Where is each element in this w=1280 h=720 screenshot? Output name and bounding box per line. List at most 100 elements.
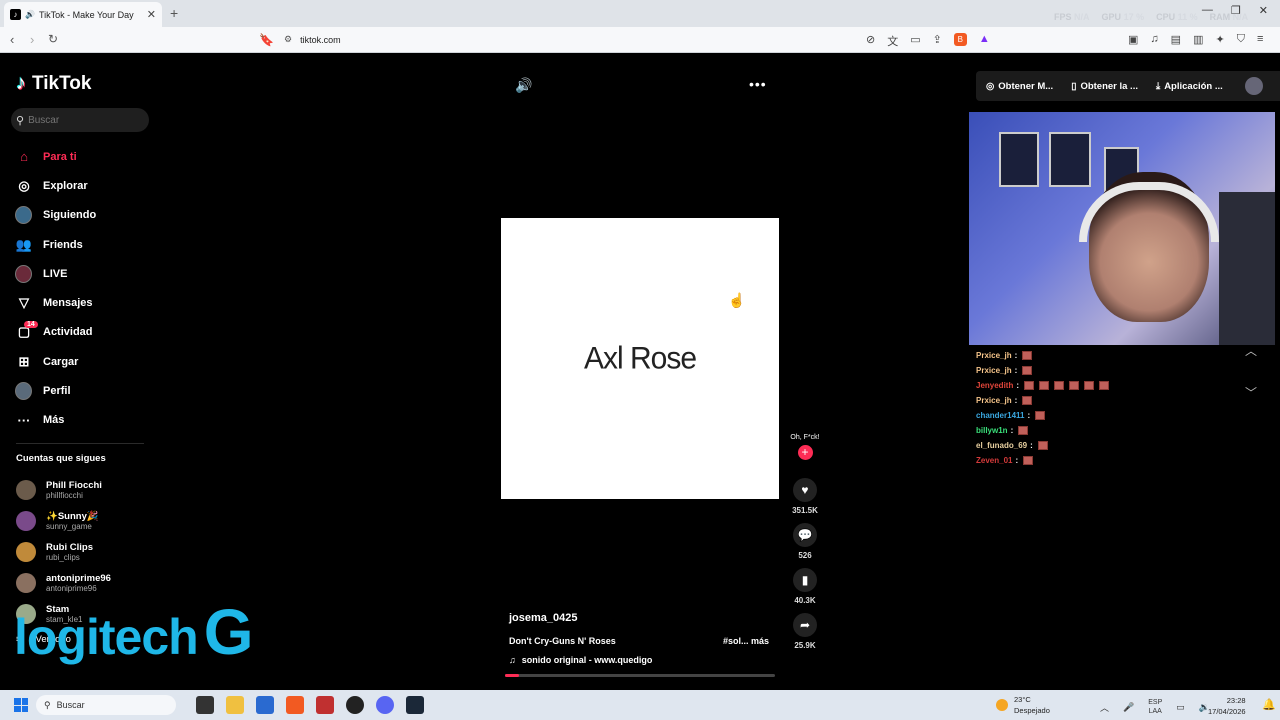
emote-icon bbox=[1024, 381, 1035, 390]
search-icon: ⚲ bbox=[44, 699, 51, 710]
menu-item-perfil[interactable]: Perfil bbox=[15, 376, 96, 405]
more-options-icon[interactable]: ••• bbox=[749, 76, 767, 92]
discord-icon[interactable] bbox=[376, 696, 394, 714]
share-arrow-icon[interactable]: ➦ bbox=[793, 613, 817, 637]
bookmark-save-icon[interactable]: ▮ bbox=[793, 568, 817, 592]
chat-username: Jenyedith bbox=[976, 381, 1014, 390]
more-link[interactable]: más bbox=[751, 636, 769, 646]
chat-separator: : bbox=[1010, 426, 1014, 435]
audio-playing-icon[interactable]: 🔊 bbox=[25, 10, 35, 19]
clock-time: 23:28 bbox=[1226, 696, 1246, 705]
notification-bell-icon[interactable]: 🔔 bbox=[1262, 698, 1276, 711]
store-icon[interactable] bbox=[256, 696, 274, 714]
chat-down-icon[interactable]: ﹀ bbox=[1245, 384, 1257, 401]
search-input[interactable] bbox=[28, 114, 139, 126]
get-app-button[interactable]: ▯ Obtener la ... bbox=[1071, 81, 1138, 92]
browser-tab[interactable]: ♪ 🔊 TikTok - Make Your Day ✕ bbox=[4, 2, 162, 27]
app-icon[interactable] bbox=[316, 696, 334, 714]
brave-shields-icon[interactable]: B bbox=[953, 33, 967, 46]
back-icon[interactable]: ‹ bbox=[10, 32, 14, 47]
video-sound[interactable]: ♫ sonido original - www.quedigo bbox=[509, 655, 652, 665]
maximize-icon[interactable]: ❐ bbox=[1231, 4, 1241, 17]
taskbar-search[interactable]: ⚲ Buscar bbox=[36, 695, 176, 715]
url-field[interactable]: ⚙ tiktok.com bbox=[284, 34, 341, 45]
tray-expand-icon[interactable]: ︿ bbox=[1100, 701, 1109, 714]
close-window-icon[interactable]: ✕ bbox=[1259, 4, 1268, 17]
save-count: 40.3K bbox=[794, 596, 816, 605]
chat-separator: : bbox=[1016, 381, 1020, 390]
brave-rewards-icon[interactable]: ▲ bbox=[979, 33, 990, 49]
chat-message: Zeven_01 : bbox=[976, 453, 1109, 468]
reader-mode-icon[interactable]: ⊘ bbox=[866, 33, 875, 49]
heart-icon[interactable]: ♥ bbox=[792, 478, 817, 502]
menu-item-actividad[interactable]: ▢ 14 Actividad bbox=[16, 318, 96, 347]
menu-item-mas[interactable]: ··· Más bbox=[16, 406, 96, 435]
menu-item-cargar[interactable]: ⊞ Cargar bbox=[16, 347, 96, 376]
obs-icon[interactable] bbox=[346, 696, 364, 714]
task-view-icon[interactable] bbox=[196, 696, 214, 714]
hand-cursor-icon: ☝ bbox=[728, 292, 746, 308]
menu-item-siguiendo[interactable]: Siguiendo bbox=[15, 201, 96, 230]
follow-item[interactable]: Rubi Clips rubi_clips bbox=[16, 537, 111, 568]
lang-top: ESP bbox=[1148, 699, 1163, 706]
video-progress-bar[interactable] bbox=[505, 674, 775, 677]
close-tab-icon[interactable]: ✕ bbox=[147, 8, 156, 21]
tiktok-logo[interactable]: ♪ TikTok bbox=[16, 72, 91, 95]
menu-item-para-ti[interactable]: ⌂ Para ti bbox=[16, 142, 96, 171]
new-tab-icon[interactable]: + bbox=[170, 5, 178, 21]
chat-username: el_funado_69 bbox=[976, 441, 1028, 450]
bookmark-icon[interactable]: 🔖 bbox=[259, 33, 274, 47]
follow-item[interactable]: ✨Sunny🎉 sunny_game bbox=[16, 506, 111, 537]
search-box[interactable]: ⚲ bbox=[11, 108, 149, 132]
address-bar-icons: ⊘ 文 ▭ ⇪ B ▲ bbox=[866, 33, 990, 49]
menu-item-explorar[interactable]: ◎ Explorar bbox=[16, 171, 96, 200]
wallet-icon[interactable]: ▥ bbox=[1193, 33, 1203, 46]
volume-icon[interactable]: 🔊 bbox=[515, 77, 532, 94]
microphone-icon[interactable]: 🎤 bbox=[1123, 702, 1134, 713]
menu-item-mensajes[interactable]: ▽ Mensajes bbox=[16, 288, 96, 317]
follow-item[interactable]: Phill Fiocchi phillfiocchi bbox=[16, 475, 111, 506]
user-avatar[interactable] bbox=[1244, 77, 1263, 95]
weather-widget[interactable]: 23°C Despejado bbox=[996, 694, 1050, 716]
logitech-g-icon: G bbox=[203, 596, 254, 668]
cast-icon[interactable]: ▭ bbox=[910, 33, 920, 49]
follow-plus-button[interactable]: + bbox=[797, 445, 813, 460]
share-action: ➦ 25.9K bbox=[793, 613, 817, 650]
leo-ai-icon[interactable]: ✦ bbox=[1215, 33, 1224, 46]
translate-icon[interactable]: 文 bbox=[887, 33, 898, 49]
video-player[interactable]: Axl Rose bbox=[501, 218, 779, 499]
system-clock[interactable]: 23:28 17/04/2026 bbox=[1208, 695, 1246, 717]
site-info-icon[interactable]: ⚙ bbox=[284, 34, 292, 45]
reload-icon[interactable]: ↻ bbox=[48, 32, 58, 46]
steam-icon[interactable] bbox=[406, 696, 424, 714]
chat-up-icon[interactable]: ︿ bbox=[1245, 342, 1257, 359]
video-author[interactable]: josema_0425 bbox=[509, 612, 578, 624]
media-icon[interactable]: ♫ bbox=[1150, 33, 1158, 46]
brave-browser-icon[interactable] bbox=[286, 696, 304, 714]
network-icon[interactable]: ▭ bbox=[1176, 702, 1185, 713]
menu-icon[interactable]: ≡ bbox=[1257, 33, 1263, 46]
windows-start-icon[interactable] bbox=[14, 698, 28, 712]
language-indicator[interactable]: ESP LAA bbox=[1148, 698, 1162, 716]
sidebar-toggle-icon[interactable]: ▣ bbox=[1128, 33, 1138, 46]
menu-item-live[interactable]: LIVE bbox=[15, 259, 96, 288]
vpn-icon[interactable]: ⛉ bbox=[1237, 33, 1245, 46]
reading-list-icon[interactable]: ▤ bbox=[1171, 33, 1181, 46]
music-note-icon: ♫ bbox=[509, 655, 516, 665]
menu-label: Cargar bbox=[43, 355, 79, 368]
webcam-overlay bbox=[969, 112, 1275, 345]
follow-handle: rubi_clips bbox=[46, 552, 80, 562]
get-coins-button[interactable]: ◎ Obtener M... bbox=[986, 81, 1053, 92]
hashtag[interactable]: #sol... bbox=[723, 636, 749, 646]
share-icon[interactable]: ⇪ bbox=[933, 33, 942, 49]
minimize-icon[interactable]: — bbox=[1202, 4, 1213, 17]
comment-icon[interactable]: 💬 bbox=[793, 523, 817, 547]
follow-item[interactable]: antoniprime96 antoniprime96 bbox=[16, 567, 111, 598]
desktop-app-button[interactable]: ⤓ Aplicación ... bbox=[1156, 81, 1223, 92]
follow-name: ✨Sunny🎉 bbox=[46, 511, 99, 523]
menu-item-friends[interactable]: 👥 Friends bbox=[16, 230, 96, 259]
weather-status: Despejado bbox=[1014, 706, 1050, 715]
file-explorer-icon[interactable] bbox=[226, 696, 244, 714]
forward-icon[interactable]: › bbox=[30, 32, 34, 47]
lang-bottom: LAA bbox=[1148, 708, 1162, 715]
